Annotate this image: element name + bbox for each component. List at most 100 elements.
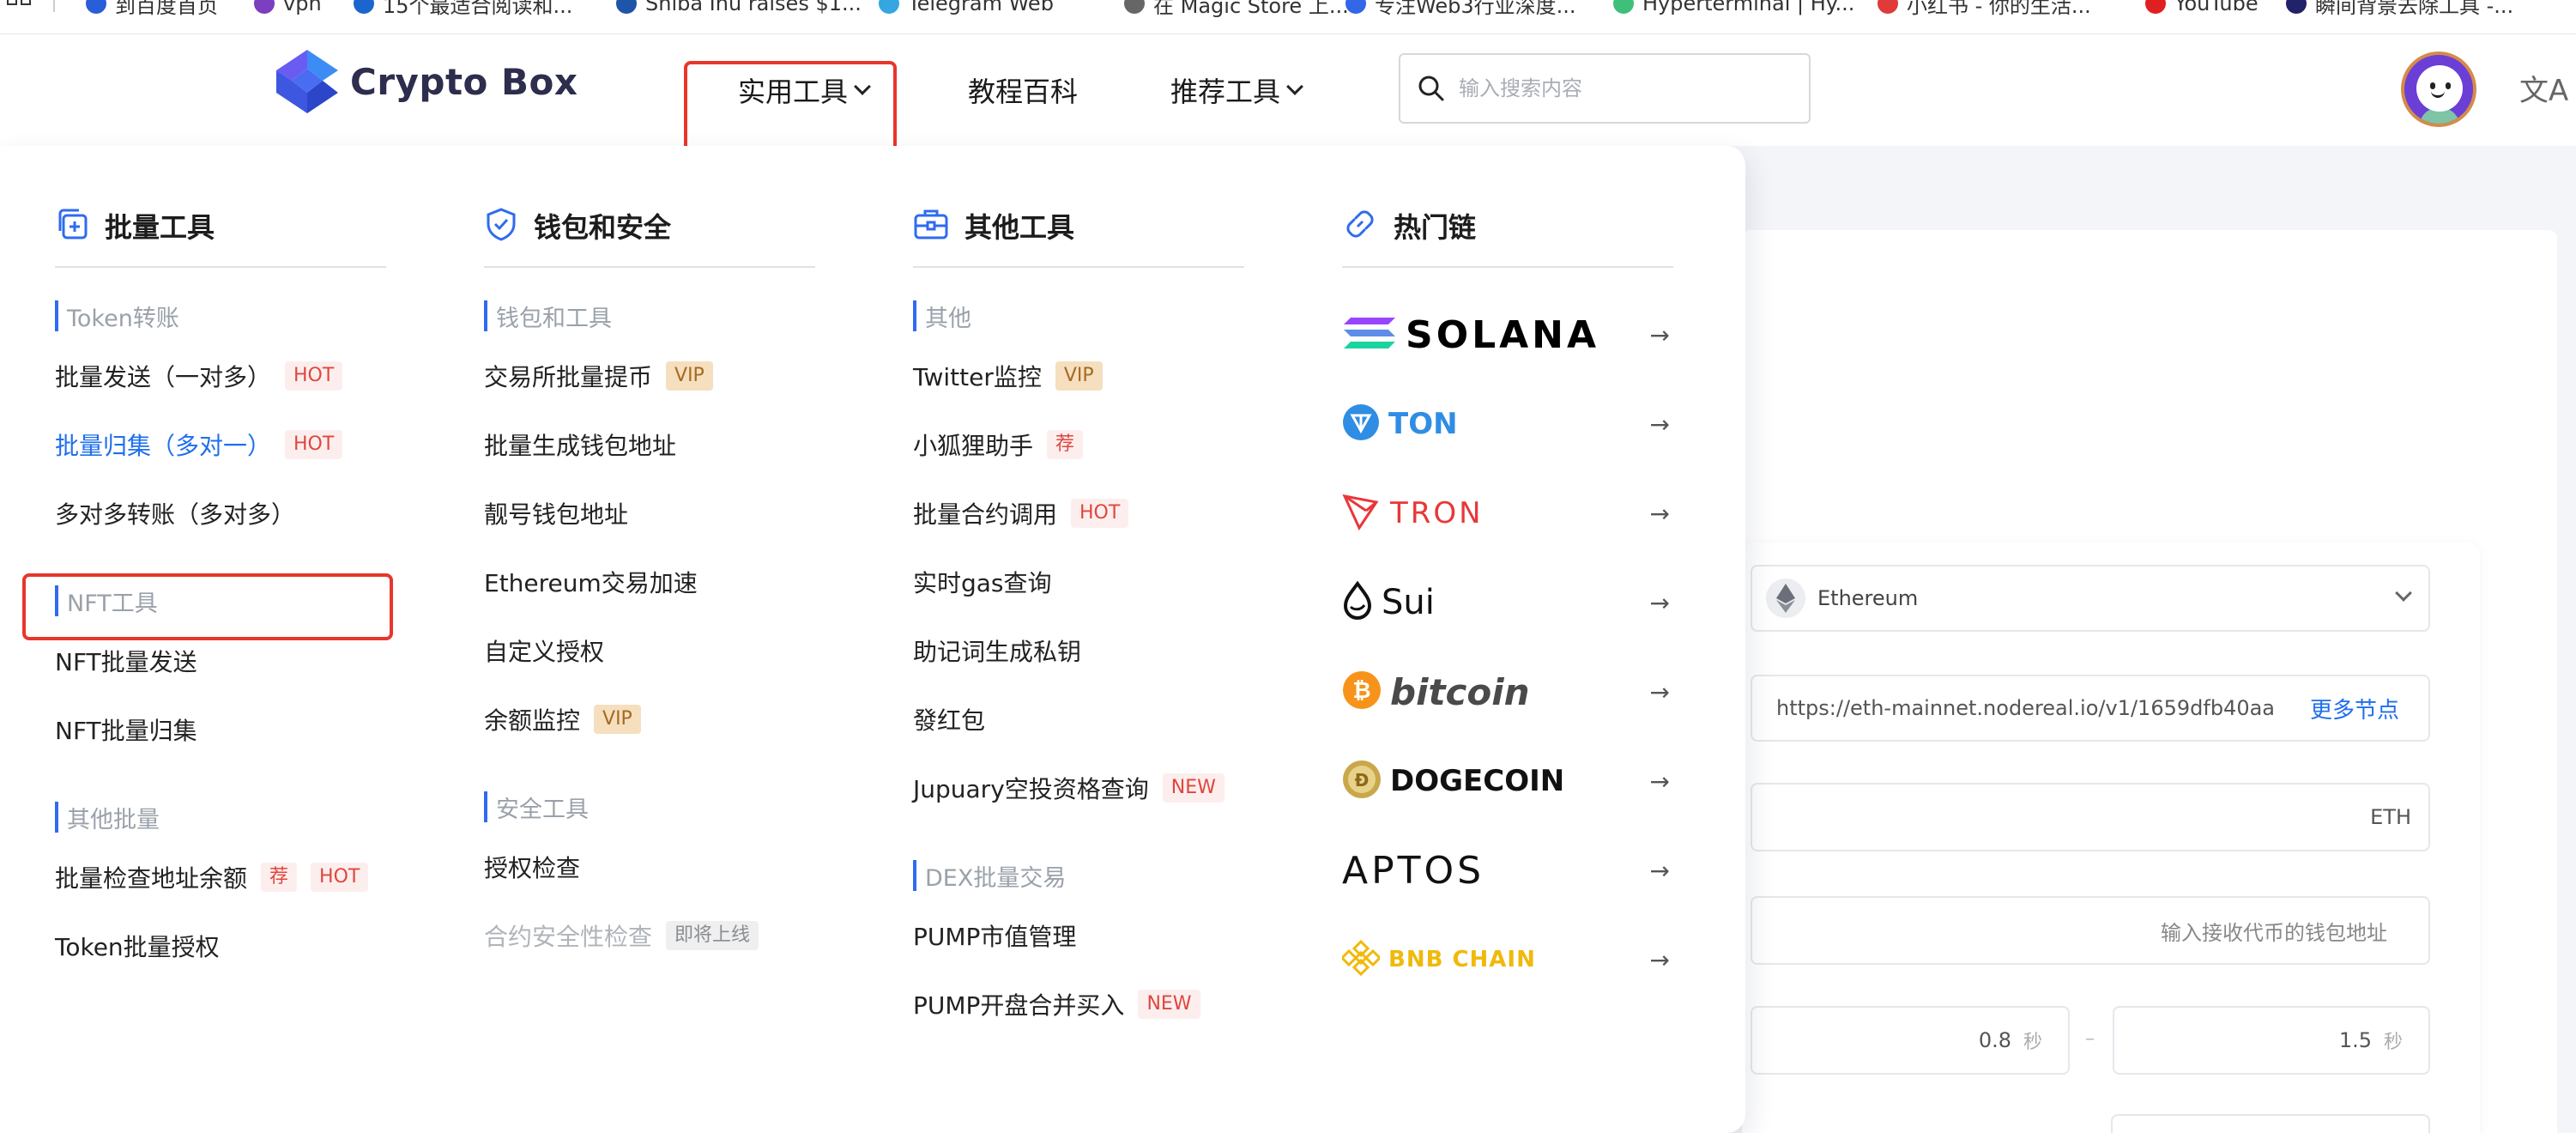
network-value: Ethereum xyxy=(1817,586,1919,610)
menu-item[interactable]: 自定义授权 xyxy=(484,616,815,685)
menu-item[interactable]: 实时gas查询 xyxy=(913,548,1244,616)
menu-column-title: 钱包和安全 xyxy=(534,211,672,244)
rpc-field[interactable]: https://eth-mainnet.nodereal.io/v1/1659d… xyxy=(1751,675,2430,742)
interval-unit: 秒 xyxy=(2023,1032,2042,1053)
chain-item[interactable]: SOLANA → xyxy=(1342,290,1673,379)
chain-item[interactable]: TON → xyxy=(1342,379,1673,469)
network-select[interactable]: Ethereum xyxy=(1751,565,2430,632)
bookmark-favicon-icon xyxy=(2286,0,2307,14)
menu-item[interactable]: Twitter监控 VIP xyxy=(913,342,1244,410)
bookmark-item[interactable]: Telegram Web xyxy=(879,0,1054,17)
chain-brand: SOLANA xyxy=(1342,309,1599,360)
chain-name: bitcoin xyxy=(1390,670,1530,713)
min-interval-field[interactable]: 0.8 秒 xyxy=(1751,1006,2070,1075)
menu-item-badge: HOT xyxy=(311,863,369,892)
menu-item[interactable]: 批量检查地址余额荐 HOT xyxy=(55,843,386,912)
bookmark-favicon-icon xyxy=(86,0,106,14)
apps-grid-icon[interactable] xyxy=(7,0,33,12)
bookmark-label: 15个最适合阅读和... xyxy=(383,0,573,18)
rpc-value: https://eth-mainnet.nodereal.io/v1/1659d… xyxy=(1776,696,2274,720)
bookmark-item[interactable]: 专注Web3行业深度... xyxy=(1345,0,1575,18)
menu-item[interactable]: Token批量授权 xyxy=(55,912,386,980)
chain-item[interactable]: TRON → xyxy=(1342,469,1673,558)
nav-tutorials[interactable]: 教程百科 xyxy=(968,34,1078,146)
menu-item[interactable]: 批量合约调用 HOT xyxy=(913,479,1244,548)
bookmark-item[interactable]: 15个最适合阅读和... xyxy=(354,0,573,18)
range-dash: – xyxy=(2085,1028,2095,1050)
toolbox-icon xyxy=(913,207,949,245)
arrow-right-icon: → xyxy=(1649,945,1670,974)
bookmark-item[interactable]: 小红书 - 你的生活... xyxy=(1878,0,2091,18)
menu-item[interactable]: NFT批量归集 xyxy=(55,695,386,764)
highlight-box xyxy=(22,573,393,640)
form-field[interactable] xyxy=(2111,1114,2430,1133)
menu-item-label: 批量发送（一对多） xyxy=(55,363,272,391)
menu-item-badge: NEW xyxy=(1162,773,1225,803)
bookmark-item[interactable]: 瞬间背景去除工具 -... xyxy=(2286,0,2513,18)
nav-tutorials-label: 教程百科 xyxy=(968,76,1079,108)
menu-item[interactable]: 發红包 xyxy=(913,685,1244,754)
menu-section-title: 其他 xyxy=(913,300,1244,332)
bookmark-item[interactable]: Hyperterminal | Hy... xyxy=(1613,0,1854,17)
brand-logo[interactable]: Crypto Box xyxy=(276,50,578,113)
chain-logo-icon: Ð xyxy=(1342,760,1382,803)
menu-section-title: 其他批量 xyxy=(55,802,386,833)
menu-item[interactable]: 授权检查 xyxy=(484,833,815,901)
bookmark-item[interactable]: 到百度首页 xyxy=(86,0,218,18)
menu-item-badge: VIP xyxy=(1055,361,1103,391)
avatar[interactable] xyxy=(2401,52,2476,127)
chain-name: BNB CHAIN xyxy=(1388,947,1536,972)
max-interval-field[interactable]: 1.5 秒 xyxy=(2113,1006,2430,1075)
menu-item-label: Ethereum交易加速 xyxy=(484,569,698,597)
search-input[interactable] xyxy=(1459,76,1785,100)
chain-name: Sui xyxy=(1382,583,1435,622)
menu-item-label: 助记词生成私钥 xyxy=(913,638,1082,666)
bookmark-item[interactable]: YouTube xyxy=(2145,0,2259,17)
hot-chains-column: 热门链 SOLANA → TON → TRON → Sui → ₿ bitcoin → Ð DOGECOI… xyxy=(1339,206,1673,1004)
bookmark-favicon-icon xyxy=(1878,0,1898,14)
amount-field[interactable]: ETH xyxy=(1751,783,2430,851)
menu-item[interactable]: 小狐狸助手荐 xyxy=(913,410,1244,479)
chain-logo-icon xyxy=(1342,403,1380,445)
bookmark-favicon-icon xyxy=(616,0,637,14)
menu-item[interactable]: Jupuary空投资格查询 NEW xyxy=(913,754,1244,822)
more-nodes-link[interactable]: 更多节点 xyxy=(2310,693,2399,724)
chain-name: TRON xyxy=(1390,496,1484,530)
chain-name: APTOS xyxy=(1342,848,1485,893)
menu-item[interactable]: 余额监控 VIP xyxy=(484,685,815,754)
bookmark-label: 到百度首页 xyxy=(115,0,218,18)
menu-item[interactable]: 多对多转账（多对多） xyxy=(55,479,386,548)
bookmark-favicon-icon xyxy=(254,0,275,14)
menu-item[interactable]: PUMP市值管理 xyxy=(913,901,1244,970)
bookmark-item[interactable]: Shiba Inu raises $1... xyxy=(616,0,862,17)
menu-item[interactable]: 靓号钱包地址 xyxy=(484,479,815,548)
menu-item[interactable]: PUMP开盘合并买入 NEW xyxy=(913,970,1244,1039)
receiver-address-field[interactable]: 输入接收代币的钱包地址 xyxy=(1751,896,2430,965)
bookmark-label: 在 Magic Store 上... xyxy=(1153,0,1349,18)
nav-recommended[interactable]: 推荐工具 xyxy=(1170,34,1303,146)
bookmark-item[interactable]: vpn xyxy=(254,0,322,17)
chain-item[interactable]: Sui → xyxy=(1342,558,1673,647)
menu-item-label: Jupuary空投资格查询 xyxy=(913,775,1149,803)
menu-item[interactable]: 批量发送（一对多） HOT xyxy=(55,342,386,410)
menu-item: 合约安全性检查 即将上线 xyxy=(484,901,815,970)
chain-brand: APTOS xyxy=(1342,845,1485,896)
translate-icon[interactable]: 文A xyxy=(2519,67,2568,109)
chain-item[interactable]: ₿ bitcoin → xyxy=(1342,647,1673,736)
link-icon xyxy=(1342,206,1378,245)
bookmark-item[interactable]: 在 Magic Store 上... xyxy=(1124,0,1349,18)
menu-item[interactable]: 批量生成钱包地址 xyxy=(484,410,815,479)
chain-logo-icon xyxy=(1339,939,1382,980)
menu-item[interactable]: 批量归集（多对一） HOT xyxy=(55,410,386,479)
receiver-placeholder: 输入接收代币的钱包地址 xyxy=(2161,920,2387,945)
chain-item[interactable]: BNB CHAIN → xyxy=(1339,915,1673,1004)
menu-item[interactable]: 助记词生成私钥 xyxy=(913,616,1244,685)
bookmarks-bar: 到百度首页 vpn 15个最适合阅读和... Shiba Inu raises $1.… xyxy=(0,0,2576,34)
arrow-right-icon: → xyxy=(1649,409,1670,439)
amount-unit: ETH xyxy=(2370,805,2411,829)
menu-item[interactable]: Ethereum交易加速 xyxy=(484,548,815,616)
chain-item[interactable]: Ð DOGECOIN → xyxy=(1342,736,1673,826)
menu-item[interactable]: 交易所批量提币 VIP xyxy=(484,342,815,410)
chain-item[interactable]: APTOS → xyxy=(1342,826,1673,915)
search-box[interactable] xyxy=(1399,53,1811,124)
